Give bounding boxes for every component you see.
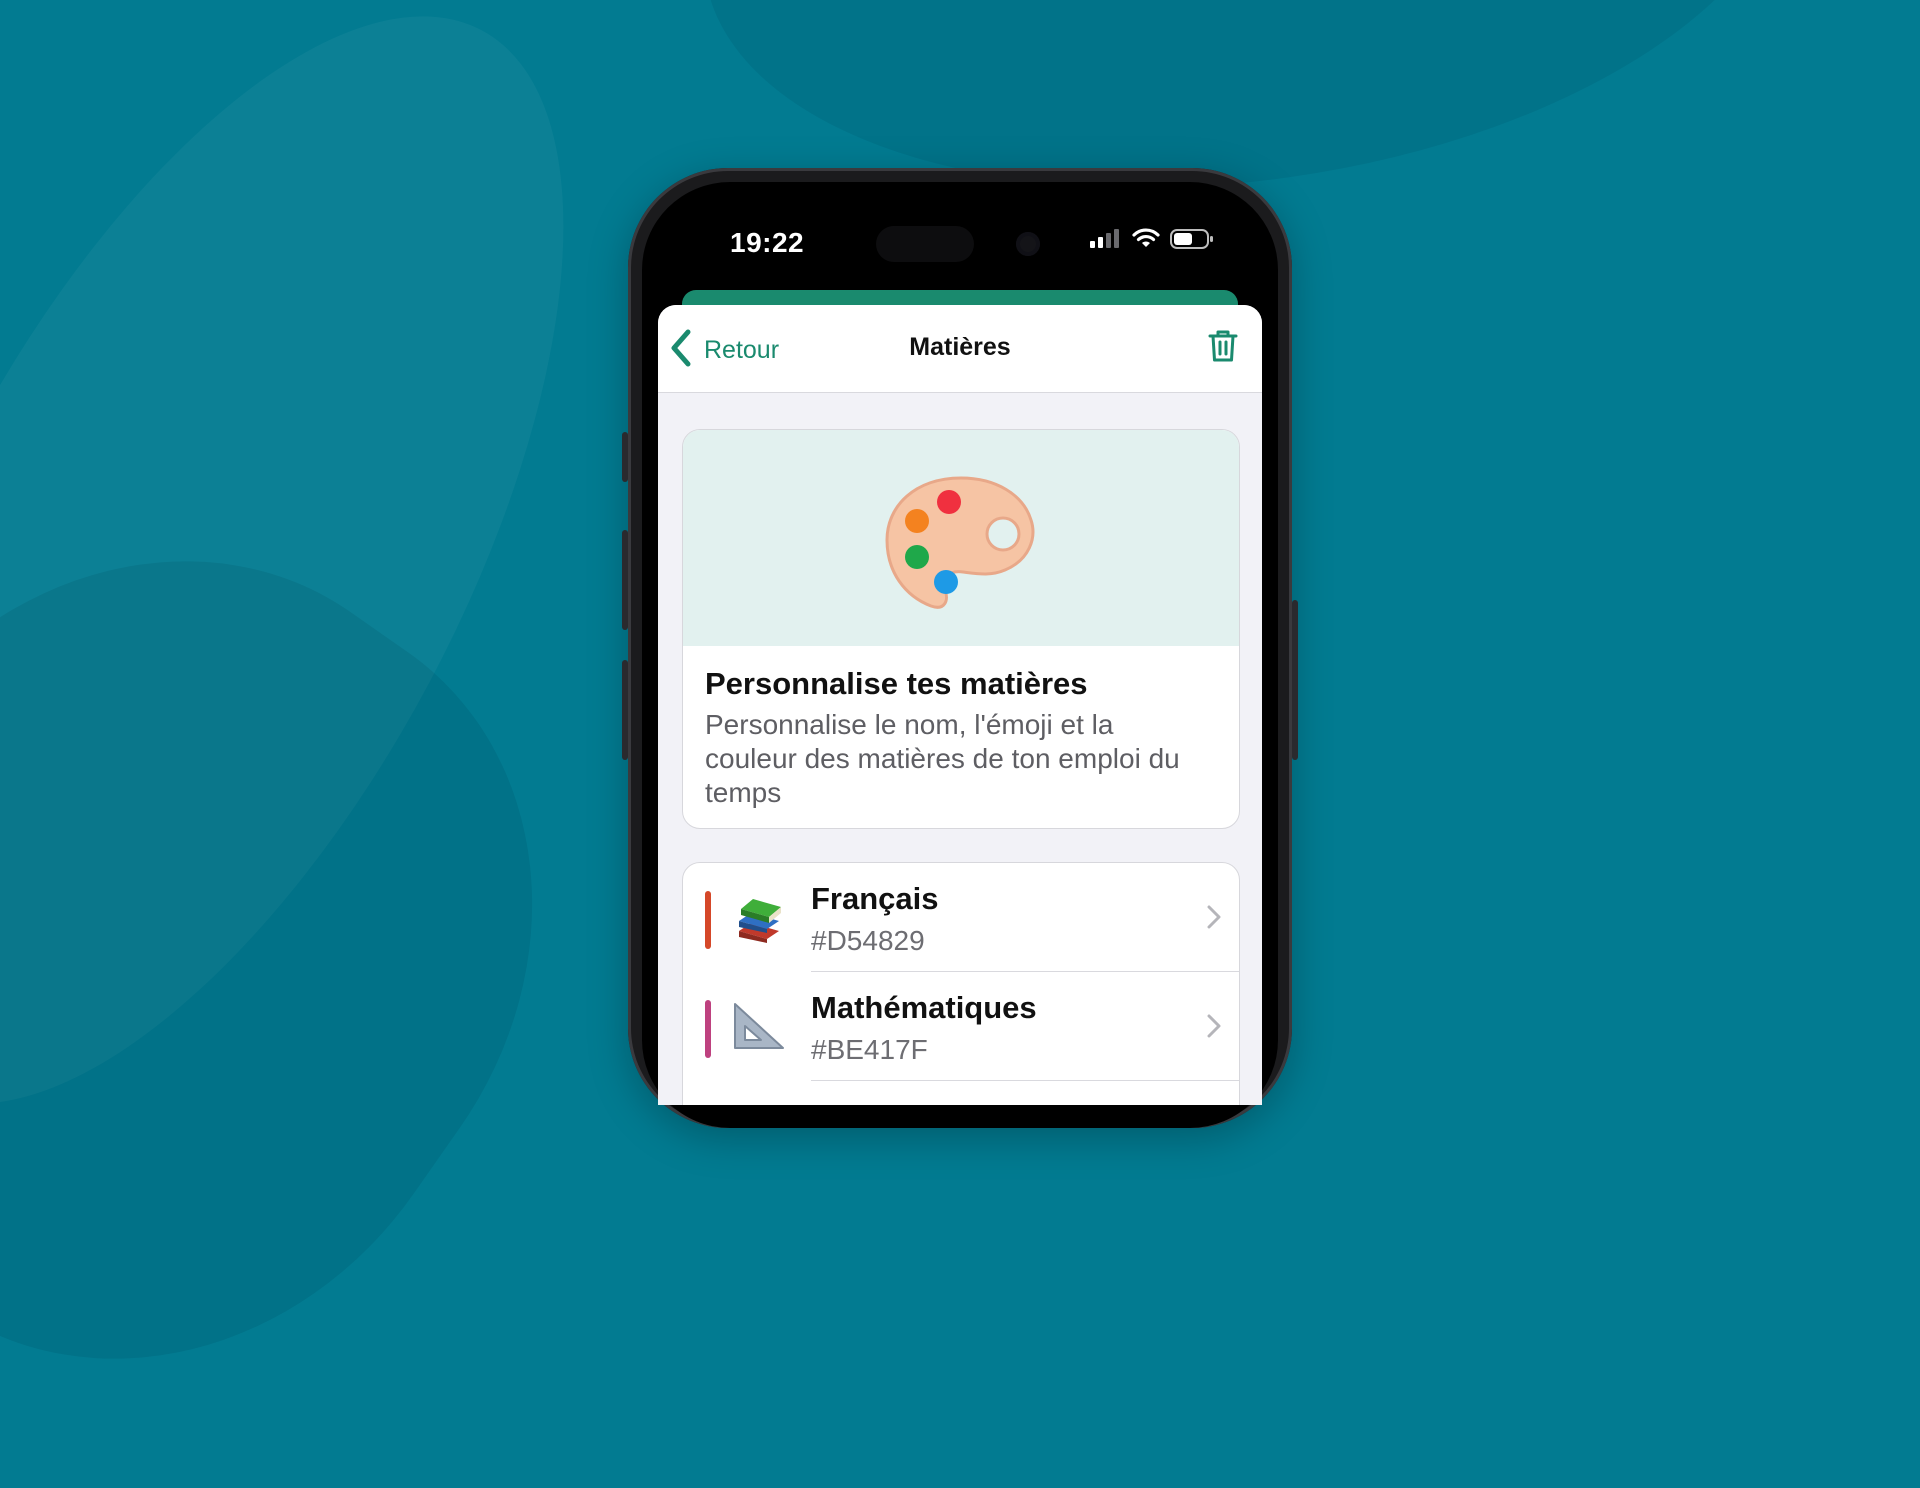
phone-side-button [1292, 600, 1298, 760]
trash-icon[interactable] [1208, 329, 1238, 368]
chevron-right-icon [1207, 1014, 1221, 1043]
status-time: 19:22 [730, 227, 805, 258]
battery-icon [1170, 228, 1214, 255]
subject-color-code: #BE417F [811, 1034, 928, 1065]
page-title: Matières [909, 333, 1011, 361]
card-title: Personnalise tes matières [705, 666, 1088, 701]
list-item[interactable]: Français #D54829 [683, 863, 1239, 972]
triangular-ruler-icon [733, 1000, 785, 1052]
wifi-icon [1132, 228, 1160, 255]
phone-side-button [622, 660, 628, 760]
status-icons [1090, 228, 1214, 255]
subject-name: Français [811, 881, 939, 916]
subject-color-code: #D54829 [811, 925, 925, 956]
row-divider [811, 1080, 1239, 1081]
list-item[interactable]: Mathématiques #BE417F [683, 972, 1239, 1081]
palette-icon [883, 472, 1039, 617]
phone-side-button [622, 530, 628, 630]
background-shape [0, 431, 667, 1488]
card-description: Personnalise le nom, l'émoji et la coule… [705, 709, 1180, 808]
subject-color-bar [705, 1000, 711, 1058]
subject-name: Mathématiques [811, 990, 1037, 1025]
customize-card: Personnalise tes matières Personnalise l… [682, 429, 1240, 829]
chevron-right-icon [1207, 905, 1221, 934]
dynamic-island [876, 226, 974, 262]
subjects-list: Français #D54829 Mathématiques #BE417F [682, 862, 1240, 1105]
camera [1016, 232, 1040, 256]
cellular-signal-icon [1090, 229, 1122, 254]
card-hero [683, 430, 1239, 646]
phone-side-button [622, 432, 628, 482]
subjects-sheet: Retour Matières Personnalise tes matière… [658, 305, 1262, 1105]
books-icon [733, 891, 785, 943]
navigation-bar: Retour Matières [658, 305, 1262, 393]
background-shape [0, 0, 712, 1212]
subject-color-bar [705, 891, 711, 949]
